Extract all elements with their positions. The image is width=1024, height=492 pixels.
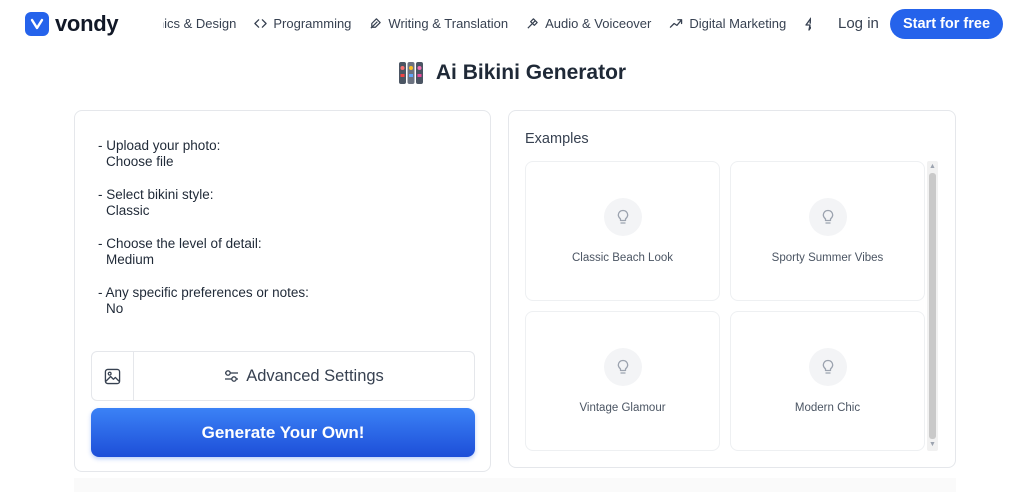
trending-up-icon bbox=[670, 19, 683, 28]
examples-title: Examples bbox=[525, 131, 589, 147]
nav-item-audio-voiceover[interactable]: Audio & Voiceover bbox=[526, 16, 651, 31]
upload-image-button[interactable] bbox=[92, 352, 134, 400]
bottom-section-edge bbox=[74, 478, 956, 492]
lightbulb-icon bbox=[603, 198, 642, 236]
style-value[interactable]: Classic bbox=[98, 203, 309, 219]
nav-label-programming: Programming bbox=[273, 16, 352, 31]
example-card-sporty-summer-vibes[interactable]: Sporty Summer Vibes bbox=[730, 161, 925, 301]
top-header: vondy Graphics & Design Programming Writ… bbox=[0, 0, 1024, 47]
example-card-vintage-glamour[interactable]: Vintage Glamour bbox=[525, 311, 720, 451]
lightning-icon bbox=[805, 16, 811, 31]
field-label: - Any specific preferences or notes: bbox=[98, 285, 309, 300]
form-field-style: - Select bikini style: Classic bbox=[98, 187, 309, 219]
notes-value[interactable]: No bbox=[98, 301, 309, 317]
microphone-icon bbox=[527, 18, 538, 29]
settings-row: Advanced Settings bbox=[91, 351, 475, 401]
lightbulb-icon bbox=[603, 348, 642, 386]
field-label: - Choose the level of detail: bbox=[98, 236, 262, 251]
form-field-upload: - Upload your photo: Choose file bbox=[98, 138, 309, 170]
choose-file-value[interactable]: Choose file bbox=[98, 154, 309, 170]
field-label: - Upload your photo: bbox=[98, 138, 221, 153]
advanced-settings-button[interactable]: Advanced Settings bbox=[134, 352, 474, 400]
nav-item-writing-translation[interactable]: Writing & Translation bbox=[369, 16, 508, 31]
nav-item-programming[interactable]: Programming bbox=[254, 16, 351, 31]
nav-label-writing-translation: Writing & Translation bbox=[388, 16, 509, 31]
category-nav: Graphics & Design Programming Writing & … bbox=[163, 0, 811, 47]
form-field-detail: - Choose the level of detail: Medium bbox=[98, 236, 309, 268]
nav-label-audio-voiceover: Audio & Voiceover bbox=[545, 16, 652, 31]
form-fields: - Upload your photo: Choose file - Selec… bbox=[98, 138, 309, 334]
example-card-modern-chic[interactable]: Modern Chic bbox=[730, 311, 925, 451]
code-brackets-icon bbox=[254, 19, 268, 28]
advanced-settings-label: Advanced Settings bbox=[246, 366, 384, 385]
nav-label-graphics-design: Graphics & Design bbox=[163, 16, 237, 31]
vondy-logo-icon bbox=[25, 12, 49, 36]
nav-label-digital-marketing: Digital Marketing bbox=[689, 16, 787, 31]
logo-text: vondy bbox=[55, 11, 119, 36]
image-icon bbox=[104, 368, 121, 384]
example-label: Modern Chic bbox=[794, 402, 861, 414]
start-for-free-button[interactable]: Start for free bbox=[890, 9, 1003, 39]
detail-value[interactable]: Medium bbox=[98, 252, 309, 268]
vondy-logo[interactable]: vondy bbox=[25, 11, 119, 37]
lightbulb-icon bbox=[808, 348, 847, 386]
example-label: Vintage Glamour bbox=[579, 402, 666, 414]
bikini-emoji-icon bbox=[398, 62, 423, 84]
scroll-down-arrow-icon[interactable]: ▼ bbox=[929, 441, 936, 449]
example-card-classic-beach-look[interactable]: Classic Beach Look bbox=[525, 161, 720, 301]
feather-pen-icon bbox=[370, 18, 382, 29]
nav-item-graphics-design[interactable]: Graphics & Design bbox=[163, 16, 236, 31]
examples-scrollbar[interactable]: ▲ ▼ bbox=[927, 161, 938, 451]
sliders-icon bbox=[225, 370, 239, 382]
nav-item-more[interactable] bbox=[804, 16, 811, 31]
scrollbar-thumb[interactable] bbox=[929, 173, 936, 439]
nav-item-digital-marketing[interactable]: Digital Marketing bbox=[669, 16, 786, 31]
lightbulb-icon bbox=[808, 198, 847, 236]
generate-button[interactable]: Generate Your Own! bbox=[91, 408, 475, 457]
examples-grid: Classic Beach Look Sporty Summer Vibes V… bbox=[525, 161, 927, 452]
generator-form-card: - Upload your photo: Choose file - Selec… bbox=[74, 110, 491, 472]
scroll-up-arrow-icon[interactable]: ▲ bbox=[929, 163, 936, 171]
examples-card: Examples Classic Beach Look Sporty Summe… bbox=[508, 110, 956, 468]
page-title: Ai Bikini Generator bbox=[435, 61, 627, 84]
page-heading: Ai Bikini Generator bbox=[0, 60, 1024, 86]
field-label: - Select bikini style: bbox=[98, 187, 214, 202]
example-label: Sporty Summer Vibes bbox=[771, 252, 884, 264]
example-label: Classic Beach Look bbox=[572, 252, 673, 264]
login-link[interactable]: Log in bbox=[838, 15, 879, 32]
form-field-notes: - Any specific preferences or notes: No bbox=[98, 285, 309, 317]
